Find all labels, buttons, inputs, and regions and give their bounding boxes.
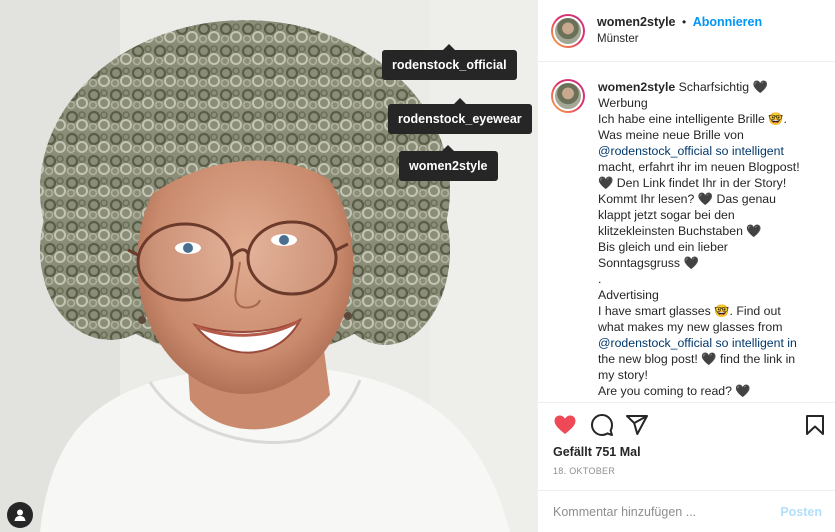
post-date[interactable]: 18. OKTOBER bbox=[553, 466, 615, 476]
action-bar: Gefällt 751 Mal 18. OKTOBER bbox=[538, 402, 835, 490]
tagged-users-icon[interactable] bbox=[7, 502, 33, 528]
post-comment-button[interactable]: Posten bbox=[780, 505, 822, 519]
comment-box: Posten bbox=[538, 490, 835, 532]
caption-line: Advertising bbox=[598, 288, 659, 302]
caption-line: my story! bbox=[598, 368, 648, 382]
caption-line: klitzekleinsten Buchstaben 🖤 bbox=[598, 224, 762, 238]
caption-line: Sonntagsgruss 🖤 bbox=[598, 256, 699, 270]
avatar[interactable] bbox=[551, 13, 585, 48]
post-header: women2style • Abonnieren Münster bbox=[538, 0, 835, 62]
instagram-post: rodenstock_official rodenstock_eyewear w… bbox=[0, 0, 835, 532]
caption-line: Werbung bbox=[598, 96, 648, 110]
caption-line: klappt jetzt sogar bei den bbox=[598, 208, 735, 222]
heart-icon[interactable] bbox=[553, 413, 577, 440]
photo-tag-rodenstock-eyewear[interactable]: rodenstock_eyewear bbox=[388, 98, 532, 134]
caption-line: I have smart glasses 🤓. Find out bbox=[598, 304, 781, 318]
caption-line: Bis gleich und ein lieber bbox=[598, 240, 728, 254]
caption-line: . bbox=[598, 272, 602, 286]
caption-line: Scharfsichtig 🖤 bbox=[678, 80, 768, 94]
mention-link[interactable]: @rodenstock_official so intelligent in bbox=[598, 336, 797, 350]
photo-tag-rodenstock-official[interactable]: rodenstock_official bbox=[382, 44, 517, 80]
header-username[interactable]: women2style bbox=[597, 15, 676, 29]
caption-username[interactable]: women2style bbox=[598, 80, 675, 94]
post-side-panel: women2style • Abonnieren Münster women2s… bbox=[537, 0, 835, 532]
comment-icon[interactable] bbox=[590, 413, 614, 440]
photo-tag-women2style[interactable]: women2style bbox=[399, 145, 498, 181]
post-photo[interactable]: rodenstock_official rodenstock_eyewear w… bbox=[0, 0, 537, 532]
caption-avatar[interactable] bbox=[551, 79, 585, 113]
caption-line: macht, erfahrt ihr im neuen Blogpost! bbox=[598, 160, 800, 174]
caption: women2style Scharfsichtig 🖤 Werbung Ich … bbox=[538, 63, 835, 401]
bookmark-icon[interactable] bbox=[803, 413, 827, 440]
comment-input[interactable] bbox=[553, 504, 753, 519]
caption-line: Are you coming to read? 🖤 bbox=[598, 384, 751, 398]
share-icon[interactable] bbox=[625, 413, 649, 440]
mention-link[interactable]: @rodenstock_official so intelligent bbox=[598, 143, 824, 159]
follow-button[interactable]: Abonnieren bbox=[693, 15, 762, 29]
caption-line: the new blog post! 🖤 find the link in bbox=[598, 352, 796, 366]
caption-line: 🖤 Den Link findet Ihr in der Story! bbox=[598, 176, 787, 190]
caption-line-with-mention: @rodenstock_official so intelligent in bbox=[598, 335, 824, 351]
caption-line: what makes my new glasses from bbox=[598, 320, 783, 334]
caption-line: Ich habe eine intelligente Brille 🤓. bbox=[598, 112, 787, 126]
caption-body: women2style Scharfsichtig 🖤 Werbung Ich … bbox=[598, 79, 824, 401]
caption-line: Was meine neue Brille von bbox=[598, 128, 744, 142]
location-link[interactable]: Münster bbox=[597, 31, 762, 48]
likes-count[interactable]: Gefällt 751 Mal bbox=[553, 445, 641, 459]
header-separator: • bbox=[682, 14, 687, 29]
caption-line: Kommt Ihr lesen? 🖤 Das genau bbox=[598, 192, 776, 206]
